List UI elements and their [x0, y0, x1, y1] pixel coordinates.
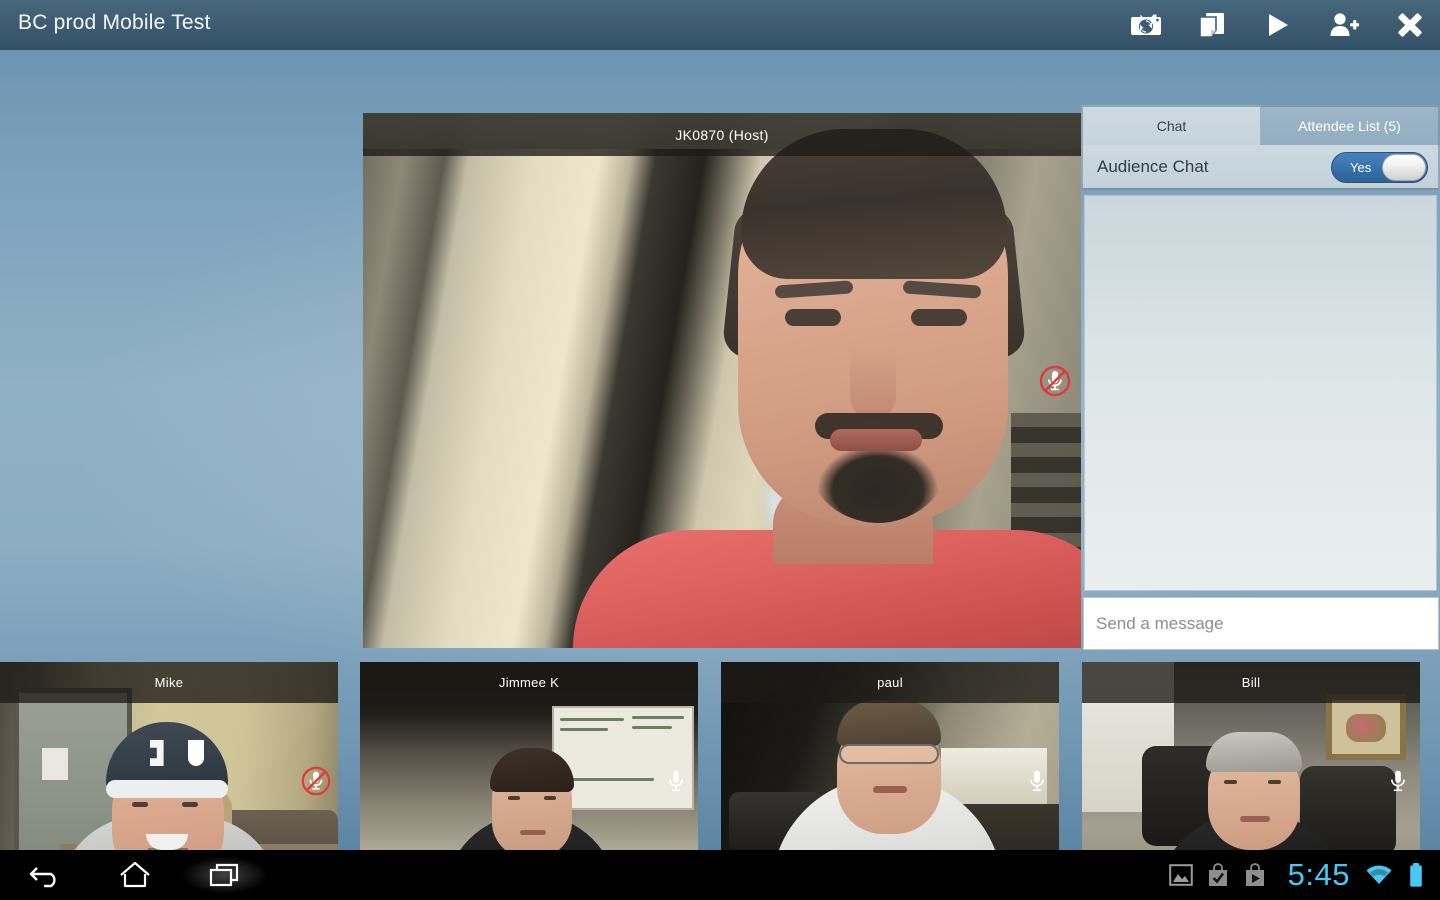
- add-attendee-icon[interactable]: [1324, 5, 1364, 45]
- thumbnail-namebar: Mike: [0, 662, 338, 703]
- thumbnail-namebar: Jimmee K: [360, 662, 698, 703]
- documents-icon[interactable]: [1192, 5, 1232, 45]
- chat-input-wrapper[interactable]: [1083, 597, 1439, 650]
- recent-apps-icon[interactable]: [180, 850, 270, 900]
- switch-camera-icon[interactable]: [1126, 5, 1166, 45]
- android-navigation-bar: 5:45: [0, 850, 1440, 900]
- tab-attendee-list-label: Attendee List (5): [1298, 118, 1401, 134]
- back-icon[interactable]: [0, 850, 90, 900]
- toggle-knob: [1382, 154, 1426, 181]
- main-video-tile[interactable]: JK0870 (Host): [363, 113, 1081, 648]
- tab-chat[interactable]: Chat: [1081, 105, 1261, 145]
- home-icon[interactable]: [90, 850, 180, 900]
- tab-chat-label: Chat: [1156, 118, 1187, 134]
- wifi-icon: [1365, 861, 1393, 889]
- thumbnail-name: paul: [877, 675, 903, 690]
- thumbnail-name: Mike: [154, 675, 184, 690]
- play-icon[interactable]: [1258, 5, 1298, 45]
- chat-panel: Chat Attendee List (5) Audience Chat Yes: [1081, 105, 1440, 650]
- mic-muted-icon[interactable]: [1037, 363, 1073, 399]
- panel-tabs: Chat Attendee List (5): [1081, 105, 1440, 145]
- send-message-input[interactable]: [1084, 597, 1438, 650]
- thumbnail-name: Jimmee K: [498, 675, 560, 690]
- nav-buttons: [0, 850, 270, 900]
- page-title: BC prod Mobile Test: [18, 11, 211, 34]
- image-icon: [1167, 861, 1195, 889]
- play-store-checkmark-icon: [1204, 861, 1232, 889]
- thumbnail-namebar: paul: [721, 662, 1059, 703]
- thumbnail-name: Bill: [1241, 675, 1261, 690]
- mic-icon[interactable]: [660, 765, 692, 797]
- audience-chat-toggle[interactable]: Yes: [1331, 152, 1428, 183]
- battery-icon: [1402, 861, 1430, 889]
- titlebar-actions: [1126, 0, 1430, 50]
- audience-chat-toggle-value: Yes: [1350, 160, 1372, 175]
- thumbnail-namebar: Bill: [1082, 662, 1420, 703]
- audience-chat-label: Audience Chat: [1097, 156, 1209, 176]
- status-bar: 5:45: [1167, 850, 1430, 900]
- status-clock: 5:45: [1287, 857, 1350, 892]
- mic-muted-icon[interactable]: [300, 765, 332, 797]
- chat-message-list[interactable]: [1084, 195, 1437, 591]
- mic-icon[interactable]: [1382, 765, 1414, 797]
- video-conference-app: BC prod Mobile Test JK0870 (Host) Mike J…: [0, 0, 1440, 900]
- title-bar: BC prod Mobile Test: [0, 0, 1440, 51]
- main-video-name: JK0870 (Host): [675, 126, 769, 143]
- close-icon[interactable]: [1390, 5, 1430, 45]
- mic-icon[interactable]: [1021, 765, 1053, 797]
- conference-stage: JK0870 (Host) Mike Jimmee K paul Bill Ch…: [0, 50, 1440, 900]
- main-video-namebar: JK0870 (Host): [363, 113, 1081, 156]
- main-video-feed: [363, 113, 1081, 648]
- play-store-icon: [1241, 861, 1269, 889]
- tab-attendee-list[interactable]: Attendee List (5): [1261, 105, 1440, 145]
- audience-chat-row: Audience Chat Yes: [1081, 145, 1440, 190]
